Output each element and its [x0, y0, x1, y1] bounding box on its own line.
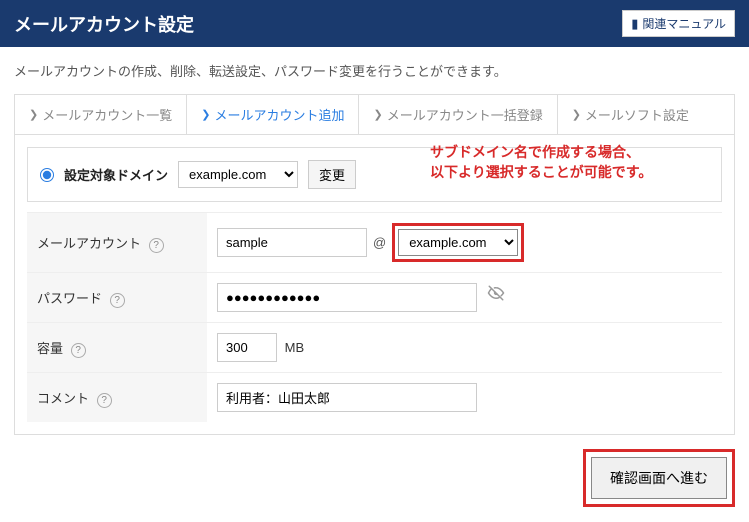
annotation-callout: サブドメイン名で作成する場合、 以下より選択することが可能です。	[430, 143, 652, 182]
password-label: パスワード	[37, 291, 102, 306]
page-title: メールアカウント設定	[14, 11, 194, 37]
form-panel: サブドメイン名で作成する場合、 以下より選択することが可能です。 設定対象ドメイ…	[14, 135, 735, 435]
capacity-unit: MB	[285, 340, 305, 355]
row-comment: コメント ?	[27, 373, 722, 423]
comment-input[interactable]	[217, 383, 477, 412]
tab-bulk-register[interactable]: ❯ メールアカウント一括登録	[359, 95, 557, 134]
tab-account-add[interactable]: ❯ メールアカウント追加	[187, 95, 359, 134]
related-manual-label: 関連マニュアル	[642, 15, 726, 32]
tab-label: メールアカウント一括登録	[387, 105, 543, 124]
chevron-right-icon: ❯	[201, 108, 210, 121]
tab-bar: ❯ メールアカウント一覧 ❯ メールアカウント追加 ❯ メールアカウント一括登録…	[14, 94, 735, 135]
page-header: メールアカウント設定 ▮ 関連マニュアル	[0, 0, 749, 47]
account-label: メールアカウント	[37, 236, 141, 251]
tab-label: メールソフト設定	[585, 105, 689, 124]
tab-label: メールアカウント一覧	[42, 105, 172, 124]
footer: 確認画面へ進む	[14, 449, 735, 507]
capacity-input[interactable]	[217, 333, 277, 362]
related-manual-button[interactable]: ▮ 関連マニュアル	[622, 10, 735, 37]
help-icon[interactable]: ?	[71, 343, 86, 358]
form-table: メールアカウント ? @ example.com パスワード ?	[27, 212, 722, 422]
help-icon[interactable]: ?	[97, 393, 112, 408]
row-capacity: 容量 ? MB	[27, 323, 722, 373]
page-description: メールアカウントの作成、削除、転送設定、パスワード変更を行うことができます。	[0, 47, 749, 94]
confirm-button[interactable]: 確認画面へ進む	[591, 457, 727, 499]
row-password: パスワード ?	[27, 273, 722, 323]
account-input[interactable]	[217, 228, 367, 257]
help-icon[interactable]: ?	[110, 293, 125, 308]
subdomain-select[interactable]: example.com	[398, 229, 518, 256]
password-input[interactable]	[217, 283, 477, 312]
help-icon[interactable]: ?	[149, 238, 164, 253]
chevron-right-icon: ❯	[373, 108, 382, 121]
book-icon: ▮	[631, 16, 638, 32]
tab-label: メールアカウント追加	[214, 105, 344, 124]
visibility-off-icon[interactable]	[487, 287, 505, 306]
chevron-right-icon: ❯	[572, 108, 581, 121]
tab-mail-client[interactable]: ❯ メールソフト設定	[558, 95, 703, 134]
highlight-box: 確認画面へ進む	[583, 449, 735, 507]
comment-label: コメント	[37, 391, 89, 406]
target-domain-radio[interactable]	[40, 168, 54, 182]
capacity-label: 容量	[37, 341, 63, 356]
change-domain-button[interactable]: 変更	[308, 160, 356, 189]
chevron-right-icon: ❯	[29, 108, 38, 121]
tab-account-list[interactable]: ❯ メールアカウント一覧	[15, 95, 187, 134]
target-domain-select[interactable]: example.com	[178, 161, 298, 188]
row-account: メールアカウント ? @ example.com	[27, 213, 722, 273]
highlight-box: example.com	[392, 223, 524, 262]
at-sign: @	[373, 235, 386, 250]
target-domain-label: 設定対象ドメイン	[64, 165, 168, 184]
